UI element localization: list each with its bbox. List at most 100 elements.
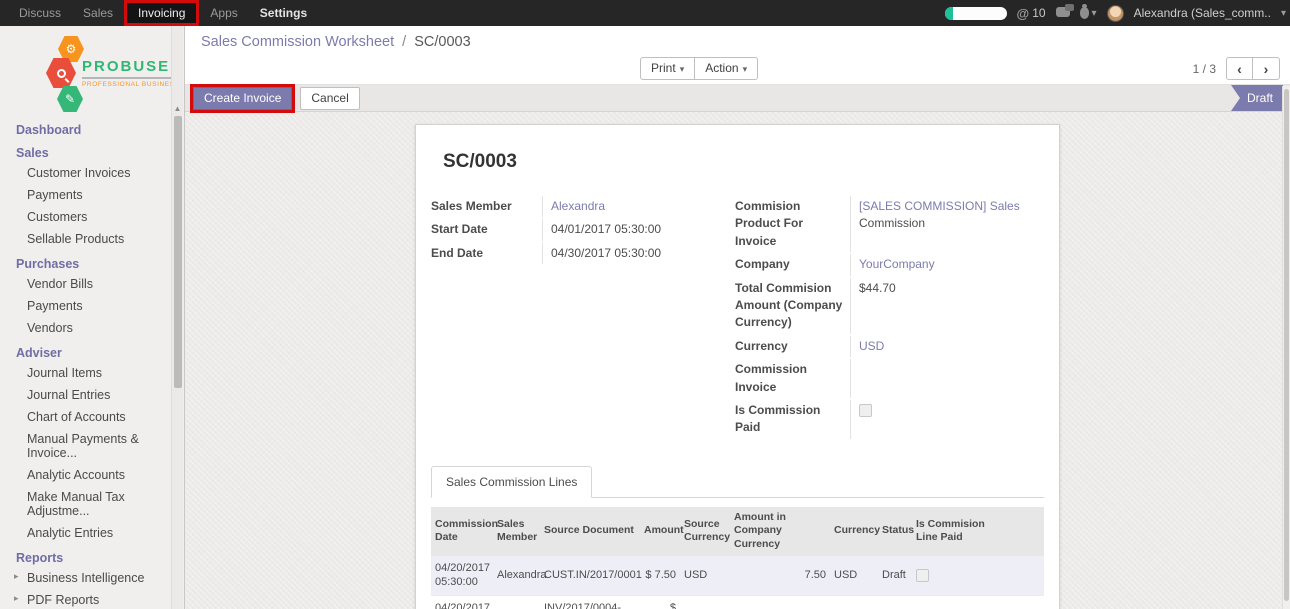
scroll-up-icon[interactable]: ▲ <box>172 26 183 113</box>
sidebar-item-payments-purchases[interactable]: Payments <box>0 295 172 317</box>
sidebar-section-purchases[interactable]: Purchases <box>0 250 184 273</box>
cell-document: CUST.IN/2017/0001 <box>540 556 640 596</box>
sales-member-link[interactable]: Alexandra <box>551 199 605 213</box>
sidebar-item-business-intelligence[interactable]: ▸ Business Intelligence <box>0 567 172 589</box>
sidebar-item-customer-invoices[interactable]: Customer Invoices <box>0 162 172 184</box>
form-statusbar: Create Invoice Cancel Draft <box>185 85 1290 112</box>
menu-settings[interactable]: Settings <box>249 0 318 26</box>
field-is-commission-paid: Is Commission Paid <box>735 399 1044 440</box>
menu-invoicing[interactable]: Invoicing <box>124 0 199 26</box>
field-end-date: End Date 04/30/2017 05:30:00 <box>431 242 735 265</box>
sidebar-item-vendor-bills[interactable]: Vendor Bills <box>0 273 172 295</box>
sidebar-section-adviser[interactable]: Adviser <box>0 339 184 362</box>
tab-sales-commission-lines[interactable]: Sales Commission Lines <box>431 466 592 498</box>
sidebar-item-journal-entries[interactable]: Journal Entries <box>0 384 172 406</box>
commission-lines-table: Commission Date Sales Member Source Docu… <box>431 507 1044 609</box>
at-icon: @ <box>1017 6 1030 21</box>
company-link[interactable]: YourCompany <box>859 257 935 271</box>
page-scrollbar-thumb[interactable] <box>1284 89 1289 601</box>
create-invoice-button[interactable]: Create Invoice <box>193 87 292 110</box>
sidebar-item-payments-sales[interactable]: Payments <box>0 184 172 206</box>
pager-previous-button[interactable]: ‹ <box>1226 57 1253 80</box>
cell-member: Alexandra <box>493 596 540 609</box>
table-header-row: Commission Date Sales Member Source Docu… <box>431 507 1044 556</box>
sidebar-item-chart-of-accounts[interactable]: Chart of Accounts <box>0 406 172 428</box>
sidebar-item-analytic-accounts[interactable]: Analytic Accounts <box>0 464 172 486</box>
page-scrollbar[interactable] <box>1282 86 1290 609</box>
menu-discuss[interactable]: Discuss <box>8 0 72 26</box>
record-pager: 1 / 3 ‹ › <box>1193 57 1280 80</box>
breadcrumb: Sales Commission Worksheet / SC/0003 <box>201 34 471 50</box>
sidebar-item-journal-items[interactable]: Journal Items <box>0 362 172 384</box>
commission-line-row[interactable]: 04/20/2017 05:30:00 Alexandra INV/2017/0… <box>431 596 1044 609</box>
is-commission-paid-checkbox <box>859 404 872 417</box>
sidebar-item-analytic-entries[interactable]: Analytic Entries <box>0 522 172 544</box>
mentions-counter[interactable]: @ 10 <box>1017 6 1046 21</box>
commission-invoice-value <box>850 359 1044 398</box>
chat-bubble-small <box>1065 4 1074 11</box>
mention-count: 10 <box>1032 6 1045 20</box>
app-window: Discuss Sales Invoicing Apps Settings @ … <box>0 0 1290 609</box>
user-avatar[interactable] <box>1107 5 1124 22</box>
action-button[interactable]: Action▾ <box>695 57 758 80</box>
top-navbar: Discuss Sales Invoicing Apps Settings @ … <box>0 0 1290 26</box>
col-header-sales-member: Sales Member <box>493 507 540 556</box>
sidebar-item-vendors[interactable]: Vendors <box>0 317 172 339</box>
expand-arrow-icon: ▸ <box>14 571 19 582</box>
magnifier-hexagon-icon <box>46 58 76 88</box>
sidebar-item-manual-payments[interactable]: Manual Payments & Invoice... <box>0 428 172 464</box>
sidebar-scrollbar-thumb[interactable] <box>174 116 182 388</box>
currency-link[interactable]: USD <box>859 339 884 353</box>
debug-menu[interactable]: ▾ <box>1080 7 1097 19</box>
col-header-line-paid: Is Commision Line Paid <box>912 507 1044 556</box>
chat-icon[interactable] <box>1056 7 1070 17</box>
probuse-logo: ⚙ ✎ PROBUSE PROFESSIONAL BUSINESS <box>0 32 184 112</box>
status-badge[interactable]: Draft <box>1231 85 1283 111</box>
cell-amount-company: 18.60 <box>730 596 830 609</box>
magnifier-icon <box>57 69 66 78</box>
cancel-button[interactable]: Cancel <box>300 87 359 110</box>
sidebar-section-reports[interactable]: Reports <box>0 544 184 567</box>
form-sheet: SC/0003 Sales Member Alexandra Start Dat… <box>415 124 1060 609</box>
sidebar-item-label: PDF Reports <box>27 593 99 607</box>
col-header-status: Status <box>878 507 912 556</box>
sidebar-item-customers[interactable]: Customers <box>0 206 172 228</box>
caret-down-icon: ▾ <box>680 64 685 74</box>
user-menu[interactable]: Alexandra (Sales_comm.. <box>1134 6 1271 20</box>
sidebar-item-pdf-reports[interactable]: ▸PDF Reports <box>0 589 172 609</box>
cell-source-currency: USD <box>680 596 730 609</box>
field-label: Sales Member <box>431 196 542 217</box>
print-button[interactable]: Print▾ <box>640 57 695 80</box>
sidebar-menu: Dashboard Sales Customer Invoices Paymen… <box>0 116 184 609</box>
cell-status: Draft <box>878 596 912 609</box>
col-header-commission-date: Commission Date <box>431 507 493 556</box>
cell-amount-company: 7.50 <box>730 556 830 596</box>
field-currency: Currency USD <box>735 335 1044 358</box>
caret-down-icon: ▾ <box>1092 8 1097 19</box>
commission-line-row[interactable]: 04/20/2017 05:30:00 Alexandra CUST.IN/20… <box>431 556 1044 596</box>
col-header-amount-company: Amount in Company Currency <box>730 507 830 556</box>
sidebar-item-tax-adjustments[interactable]: Make Manual Tax Adjustme... <box>0 486 172 522</box>
sidebar-item-label: Business Intelligence <box>27 571 144 585</box>
cell-member: Alexandra <box>493 556 540 596</box>
col-header-source-currency: Source Currency <box>680 507 730 556</box>
cell-amount: $ 7.50 <box>640 556 680 596</box>
field-label: Commision Product For Invoice <box>735 196 850 252</box>
breadcrumb-parent-link[interactable]: Sales Commission Worksheet <box>201 34 394 50</box>
commission-product-link[interactable]: [SALES COMMISSION] Sales <box>859 199 1020 213</box>
sidebar-item-dashboard[interactable]: Dashboard <box>0 116 184 139</box>
timer-widget[interactable] <box>945 7 1007 20</box>
field-group-right: Commision Product For Invoice [SALES COM… <box>735 195 1044 440</box>
menu-sales[interactable]: Sales <box>72 0 124 26</box>
cell-date: 04/20/2017 05:30:00 <box>431 556 493 596</box>
menu-apps[interactable]: Apps <box>199 0 248 26</box>
field-group-left: Sales Member Alexandra Start Date 04/01/… <box>431 195 735 440</box>
pager-next-button[interactable]: › <box>1253 57 1280 80</box>
pager-counter: 1 / 3 <box>1193 62 1216 76</box>
sidebar-item-sellable-products[interactable]: Sellable Products <box>0 228 172 250</box>
sidebar-section-sales[interactable]: Sales <box>0 139 184 162</box>
timer-progress <box>945 7 953 20</box>
sidebar-scrollbar[interactable]: ▲ <box>171 26 183 609</box>
field-commission-invoice: Commission Invoice <box>735 358 1044 399</box>
field-label: Is Commission Paid <box>735 400 850 439</box>
